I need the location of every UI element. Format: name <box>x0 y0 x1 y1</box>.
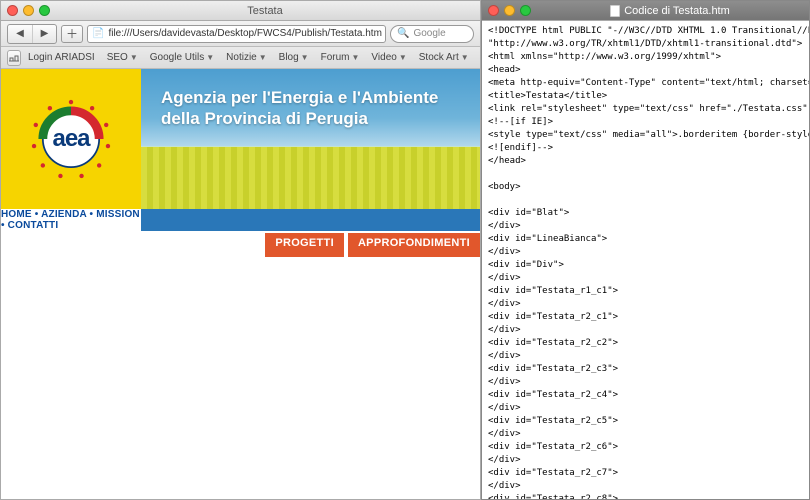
bookmark-item[interactable]: Notizie▼ <box>221 52 272 63</box>
safari-window: Testata ◀ ▶ ＋ 📄 file:///Users/davidevast… <box>0 0 481 500</box>
minimize-window-button[interactable] <box>23 5 34 16</box>
editor-titlebar: Codice di Testata.htm <box>482 1 809 21</box>
chevron-down-icon: ▼ <box>130 53 138 62</box>
address-text: file:///Users/davidevasta/Desktop/FWCS4/… <box>108 28 381 39</box>
bookmark-item[interactable]: Google Utils▼ <box>145 52 219 63</box>
close-window-button[interactable] <box>488 5 499 16</box>
page-icon: 📄 <box>92 28 104 39</box>
chevron-down-icon: ▼ <box>301 53 309 62</box>
page-tabs: PROGETTI APPROFONDIMENTI <box>141 233 480 257</box>
document-icon <box>610 5 620 17</box>
window-controls <box>7 5 50 16</box>
bookmark-item[interactable]: Stock Art▼ <box>414 52 474 63</box>
close-window-button[interactable] <box>7 5 18 16</box>
source-code-view[interactable]: <!DOCTYPE html PUBLIC "-//W3C//DTD XHTML… <box>482 21 809 499</box>
hero-headline: Agenzia per l'Energia e l'Ambiente della… <box>161 87 438 130</box>
back-button[interactable]: ◀ <box>8 25 32 43</box>
editor-window: Codice di Testata.htm <!DOCTYPE html PUB… <box>481 0 810 500</box>
add-bookmark-button[interactable]: ＋ <box>61 25 83 43</box>
search-placeholder: Google <box>413 28 445 39</box>
chevron-down-icon: ▼ <box>206 53 214 62</box>
primary-nav[interactable]: HOME • AZIENDA • MISSION • CONTATTI <box>1 209 141 231</box>
logo-text: aea <box>52 125 89 153</box>
editor-window-title: Codice di Testata.htm <box>537 5 803 17</box>
bookmark-item[interactable]: Forum▼ <box>316 52 365 63</box>
chevron-down-icon: ▼ <box>259 53 267 62</box>
minimize-window-button[interactable] <box>504 5 515 16</box>
chevron-down-icon: ▼ <box>461 53 469 62</box>
chevron-down-icon: ▼ <box>352 53 360 62</box>
address-bar[interactable]: 📄 file:///Users/davidevasta/Desktop/FWCS… <box>87 25 386 43</box>
nav-buttons: ◀ ▶ <box>7 24 57 44</box>
chevron-down-icon: ▼ <box>399 53 407 62</box>
bookmark-item[interactable]: SEO▼ <box>102 52 143 63</box>
logo-graphic: aea <box>27 95 115 183</box>
hero-banner: aea Agenzia per l'Energia e l'Ambiente d… <box>1 69 480 209</box>
hero-bluebar: HOME • AZIENDA • MISSION • CONTATTI <box>1 209 480 231</box>
tab-approfondimenti[interactable]: APPROFONDIMENTI <box>348 233 480 257</box>
site-logo[interactable]: aea <box>1 69 141 209</box>
tab-progetti[interactable]: PROGETTI <box>265 233 344 257</box>
window-controls <box>488 5 531 16</box>
bookmarks-bar: Login ARIADSI SEO▼ Google Utils▼ Notizie… <box>1 47 480 69</box>
bookmark-item[interactable]: Blog▼ <box>274 52 314 63</box>
bookmark-item[interactable]: Video▼ <box>366 52 411 63</box>
safari-window-title: Testata <box>56 5 474 17</box>
page-content: aea Agenzia per l'Energia e l'Ambiente d… <box>1 69 480 499</box>
hero-field <box>141 147 480 209</box>
search-icon: 🔍 <box>397 28 409 39</box>
forward-button[interactable]: ▶ <box>32 25 56 43</box>
show-bookmarks-button[interactable] <box>7 50 21 66</box>
safari-titlebar: Testata <box>1 1 480 21</box>
search-field[interactable]: 🔍 Google <box>390 25 474 43</box>
zoom-window-button[interactable] <box>39 5 50 16</box>
bookmark-item[interactable]: Utilità▼ <box>476 52 480 63</box>
bookmark-item[interactable]: Login ARIADSI <box>23 52 100 63</box>
safari-toolbar: ◀ ▶ ＋ 📄 file:///Users/davidevasta/Deskto… <box>1 21 480 47</box>
zoom-window-button[interactable] <box>520 5 531 16</box>
